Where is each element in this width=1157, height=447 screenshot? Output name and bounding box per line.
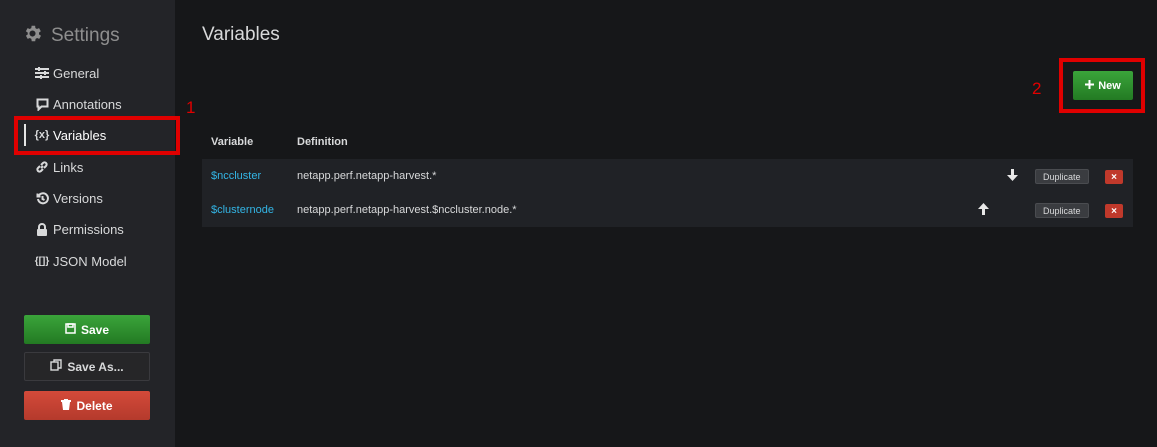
comment-icon (34, 98, 50, 111)
duplicate-button[interactable]: Duplicate (1035, 203, 1089, 218)
sidebar-item-label: Annotations (53, 96, 122, 112)
sidebar-item-label: Permissions (53, 221, 124, 237)
variable-name-link[interactable]: $nccluster (211, 170, 261, 182)
variable-definition: netapp.perf.netapp-harvest.* (297, 170, 437, 182)
sliders-icon (34, 67, 50, 79)
gear-icon (22, 23, 43, 50)
column-header-definition: Definition (297, 136, 348, 148)
save-as-button[interactable]: Save As... (24, 352, 150, 381)
variable-definition: netapp.perf.netapp-harvest.$nccluster.no… (297, 204, 517, 216)
remove-variable-button[interactable]: × (1105, 204, 1123, 218)
trash-icon (61, 398, 72, 413)
annotation-label-1: 1 (186, 98, 196, 117)
table-row: $nccluster netapp.perf.netapp-harvest.* … (202, 159, 1133, 193)
table-row: $clusternode netapp.perf.netapp-harvest.… (202, 193, 1133, 227)
annotation-box-1 (14, 116, 180, 155)
save-as-label: Save As... (67, 359, 124, 374)
remove-variable-button[interactable]: × (1105, 170, 1123, 184)
variables-table: Variable Definition $nccluster netapp.pe… (202, 126, 1133, 227)
sidebar-item-label: JSON Model (53, 253, 127, 269)
sidebar-item-label: Versions (53, 190, 103, 206)
sidebar-header: Settings (22, 24, 120, 48)
sidebar-item-label: General (53, 65, 100, 81)
sidebar-item-links[interactable]: Links (22, 152, 172, 182)
sidebar-item-versions[interactable]: Versions (22, 183, 172, 213)
json-icon: {[]} (34, 255, 50, 267)
history-icon (34, 191, 50, 205)
delete-label: Delete (76, 398, 113, 413)
lock-icon (34, 222, 50, 236)
sidebar-item-label: Links (53, 159, 84, 175)
link-icon (34, 160, 50, 174)
save-button[interactable]: Save (24, 315, 150, 344)
settings-sidebar: Settings General Annotations {x} Variabl… (0, 0, 175, 447)
arrow-down-icon[interactable] (1005, 168, 1019, 182)
arrow-up-icon[interactable] (976, 202, 990, 216)
sidebar-title: Settings (51, 25, 120, 46)
annotation-box-2 (1059, 58, 1145, 113)
table-header: Variable Definition (202, 126, 1133, 158)
duplicate-button[interactable]: Duplicate (1035, 169, 1089, 184)
sidebar-item-json-model[interactable]: {[]} JSON Model (22, 246, 172, 276)
sidebar-item-permissions[interactable]: Permissions (22, 214, 172, 244)
variable-name-link[interactable]: $clusternode (211, 204, 274, 216)
delete-dashboard-button[interactable]: Delete (24, 391, 150, 420)
column-header-variable: Variable (211, 136, 254, 148)
save-label: Save (80, 322, 110, 337)
annotation-label-2: 2 (1032, 79, 1042, 98)
sidebar-item-general[interactable]: General (22, 58, 172, 88)
copy-icon (50, 359, 63, 374)
save-icon (65, 322, 76, 337)
sidebar-item-annotations[interactable]: Annotations (22, 89, 172, 119)
page-title: Variables (202, 24, 280, 45)
